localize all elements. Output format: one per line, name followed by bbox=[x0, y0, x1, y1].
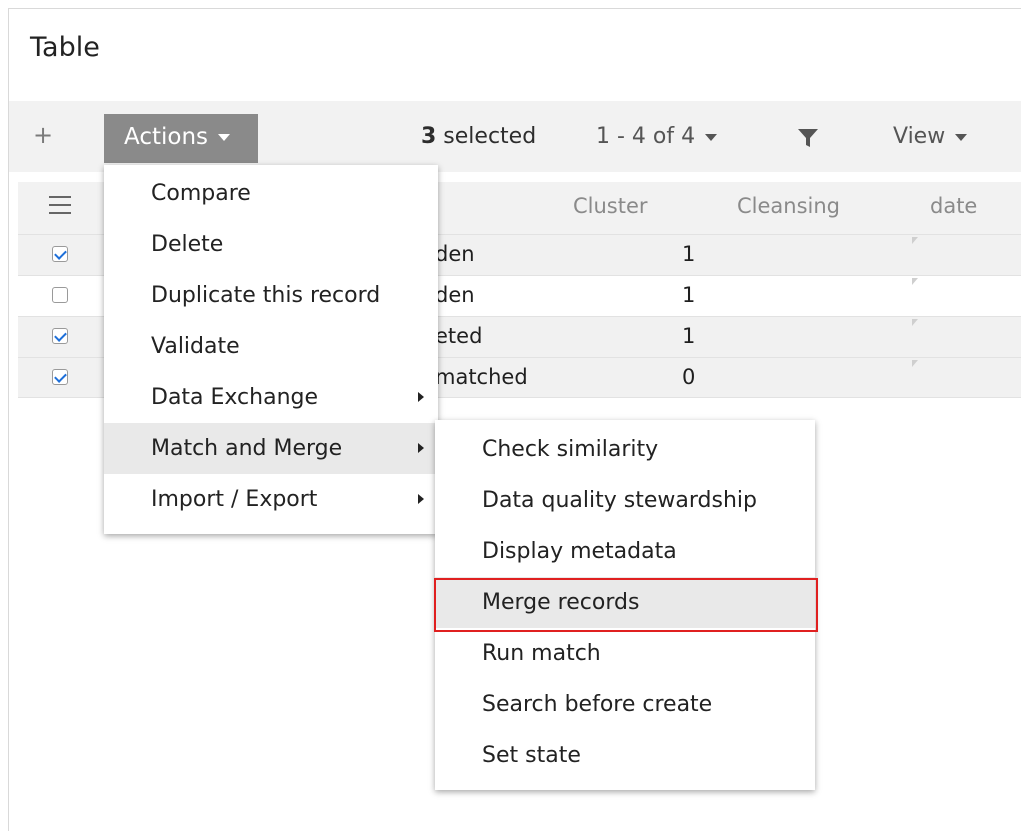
submenu-item-run-match[interactable]: Run match bbox=[435, 628, 815, 679]
cell-state: matched bbox=[435, 365, 528, 389]
menu-item-match-and-merge[interactable]: Match and Merge bbox=[104, 423, 438, 474]
cell-marker-icon bbox=[912, 237, 918, 244]
page-title: Table bbox=[30, 32, 100, 63]
submenu-item-label: Data quality stewardship bbox=[482, 488, 757, 513]
pagination-dropdown[interactable]: 1 - 4 of 4 bbox=[596, 124, 718, 149]
column-header-date[interactable]: date bbox=[930, 194, 977, 218]
actions-button-label: Actions bbox=[124, 124, 209, 150]
menu-item-label: Import / Export bbox=[151, 487, 318, 512]
menu-item-import-export[interactable]: Import / Export bbox=[104, 474, 438, 525]
selected-count: 3 selected bbox=[421, 124, 536, 149]
row-checkbox[interactable] bbox=[52, 369, 68, 385]
submenu-item-check-similarity[interactable]: Check similarity bbox=[435, 424, 815, 475]
column-header-cluster[interactable]: Cluster bbox=[573, 194, 648, 218]
pagination-label: 1 - 4 of 4 bbox=[596, 124, 696, 149]
cell-state: eted bbox=[435, 324, 483, 348]
cell-marker-icon bbox=[912, 360, 918, 367]
match-and-merge-submenu: Check similarity Data quality stewardshi… bbox=[435, 420, 815, 790]
row-checkbox[interactable] bbox=[52, 246, 68, 262]
actions-button[interactable]: Actions bbox=[104, 114, 258, 163]
view-dropdown[interactable]: View bbox=[893, 124, 968, 149]
cell-cluster: 1 bbox=[682, 283, 696, 307]
menu-item-data-exchange[interactable]: Data Exchange bbox=[104, 372, 438, 423]
submenu-item-data-quality-stewardship[interactable]: Data quality stewardship bbox=[435, 475, 815, 526]
menu-item-compare[interactable]: Compare bbox=[104, 168, 438, 219]
chevron-down-icon bbox=[705, 133, 718, 141]
menu-item-label: Validate bbox=[151, 334, 240, 359]
submenu-item-display-metadata[interactable]: Display metadata bbox=[435, 526, 815, 577]
cell-cluster: 0 bbox=[682, 365, 696, 389]
submenu-item-label: Check similarity bbox=[482, 437, 659, 462]
view-label: View bbox=[893, 124, 946, 149]
menu-item-label: Delete bbox=[151, 232, 224, 257]
caret-right-icon bbox=[418, 494, 424, 504]
menu-item-label: Compare bbox=[151, 181, 251, 206]
submenu-item-label: Display metadata bbox=[482, 539, 677, 564]
menu-item-validate[interactable]: Validate bbox=[104, 321, 438, 372]
selected-count-number: 3 bbox=[421, 124, 437, 149]
menu-item-label: Match and Merge bbox=[151, 436, 343, 461]
cell-cluster: 1 bbox=[682, 242, 696, 266]
row-checkbox[interactable] bbox=[52, 328, 68, 344]
cell-state: den bbox=[435, 242, 475, 266]
submenu-item-search-before-create[interactable]: Search before create bbox=[435, 679, 815, 730]
cell-cluster: 1 bbox=[682, 324, 696, 348]
add-icon[interactable]: + bbox=[33, 123, 53, 147]
chevron-down-icon bbox=[218, 134, 231, 141]
column-header-cleansing[interactable]: Cleansing bbox=[737, 194, 840, 218]
menu-item-duplicate[interactable]: Duplicate this record bbox=[104, 270, 438, 321]
submenu-item-label: Search before create bbox=[482, 692, 713, 717]
row-checkbox[interactable] bbox=[52, 287, 68, 303]
menu-item-label: Data Exchange bbox=[151, 385, 319, 410]
menu-item-label: Duplicate this record bbox=[151, 283, 381, 308]
submenu-item-label: Merge records bbox=[482, 590, 640, 615]
actions-menu: Compare Delete Duplicate this record Val… bbox=[104, 165, 438, 534]
caret-right-icon bbox=[418, 443, 424, 453]
submenu-item-label: Run match bbox=[482, 641, 601, 666]
submenu-item-label: Set state bbox=[482, 743, 581, 768]
chevron-down-icon bbox=[955, 133, 968, 141]
menu-item-delete[interactable]: Delete bbox=[104, 219, 438, 270]
cell-marker-icon bbox=[912, 319, 918, 326]
selected-count-text: selected bbox=[436, 124, 537, 149]
filter-icon[interactable] bbox=[796, 126, 820, 150]
submenu-item-merge-records[interactable]: Merge records bbox=[435, 577, 815, 628]
caret-right-icon bbox=[418, 392, 424, 402]
cell-state: den bbox=[435, 283, 475, 307]
cell-marker-icon bbox=[912, 278, 918, 285]
hamburger-icon[interactable] bbox=[49, 196, 71, 216]
submenu-item-set-state[interactable]: Set state bbox=[435, 730, 815, 781]
